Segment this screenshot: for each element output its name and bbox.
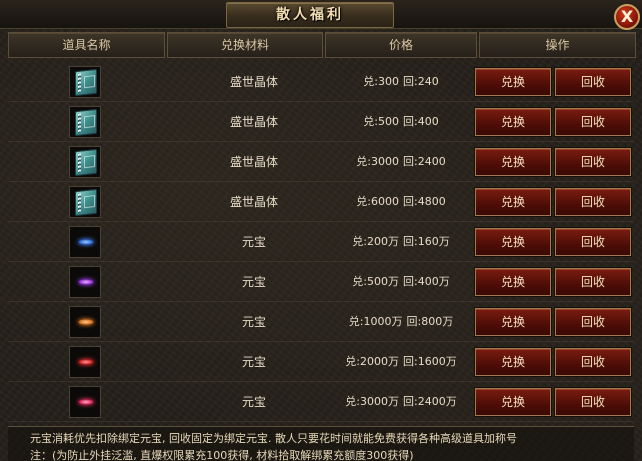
price-cell: 兑:1000万 回:800万: [326, 302, 476, 342]
item-slot[interactable]: [69, 226, 101, 258]
item-slot[interactable]: [69, 66, 101, 98]
header-action: 操作: [479, 32, 636, 58]
book-icon: [75, 68, 97, 97]
recycle-button[interactable]: 回收: [555, 108, 631, 136]
header-price: 价格: [325, 32, 477, 58]
item-slot[interactable]: [69, 146, 101, 178]
item-slot[interactable]: [69, 346, 101, 378]
close-button[interactable]: X: [614, 4, 640, 30]
sell-price: 回:4800: [403, 195, 446, 208]
price-cell: 兑:500万 回:400万: [326, 262, 476, 302]
title-gem-orange-icon: [78, 319, 94, 325]
table-row: 盛世晶体 兑:6000 回:4800 兑换 回收: [8, 182, 634, 222]
buy-price: 兑:6000: [356, 195, 399, 208]
buy-price: 兑:300: [363, 75, 399, 88]
price-cell: 兑:2000万 回:1600万: [326, 342, 476, 382]
title-gem-blue-icon: [78, 239, 94, 245]
table-row: 元宝 兑:3000万 回:2400万 兑换 回收: [8, 382, 634, 422]
exchange-button[interactable]: 兑换: [475, 148, 551, 176]
recycle-button[interactable]: 回收: [555, 188, 631, 216]
recycle-button[interactable]: 回收: [555, 388, 631, 416]
sell-price: 回:1600万: [403, 355, 457, 368]
recycle-button[interactable]: 回收: [555, 148, 631, 176]
material-cell: 元宝: [241, 355, 266, 369]
welfare-panel: 散人福利 X 道具名称 兑换材料 价格 操作 盛世晶体 兑:300 回:240 兑…: [0, 0, 642, 461]
header-item-name: 道具名称: [8, 32, 165, 58]
buy-price: 兑:200万: [352, 235, 399, 248]
item-slot[interactable]: [69, 386, 101, 418]
material-cell: 元宝: [241, 315, 266, 329]
exchange-button[interactable]: 兑换: [475, 188, 551, 216]
title-gem-pink-icon: [78, 399, 94, 405]
sell-price: 回:400: [403, 115, 439, 128]
title-gem-red-icon: [78, 359, 94, 365]
item-slot[interactable]: [69, 186, 101, 218]
item-slot[interactable]: [69, 306, 101, 338]
buy-price: 兑:1000万: [348, 315, 403, 328]
price-cell: 兑:3000万 回:2400万: [326, 382, 476, 422]
table-row: 盛世晶体 兑:3000 回:2400 兑换 回收: [8, 142, 634, 182]
sell-price: 回:160万: [403, 235, 450, 248]
price-cell: 兑:6000 回:4800: [326, 182, 476, 222]
recycle-button[interactable]: 回收: [555, 348, 631, 376]
item-slot[interactable]: [69, 106, 101, 138]
exchange-button[interactable]: 兑换: [475, 68, 551, 96]
book-icon: [75, 108, 97, 137]
material-cell: 盛世晶体: [229, 115, 278, 129]
recycle-button[interactable]: 回收: [555, 68, 631, 96]
buy-price: 兑:2000万: [345, 355, 399, 368]
recycle-button[interactable]: 回收: [555, 268, 631, 296]
notice-line-2: 注：(为防止外挂泛滥, 直爆权限累充100获得, 材料拾取解绑累充额度300获得…: [30, 449, 414, 461]
exchange-button[interactable]: 兑换: [475, 228, 551, 256]
buy-price: 兑:3000: [356, 155, 399, 168]
price-cell: 兑:200万 回:160万: [326, 222, 476, 262]
price-cell: 兑:3000 回:2400: [326, 142, 476, 182]
notice-footer: 元宝消耗优先扣除绑定元宝, 回收固定为绑定元宝. 散人只要花时间就能免费获得各种…: [8, 426, 634, 461]
buy-price: 兑:500万: [352, 275, 399, 288]
exchange-button[interactable]: 兑换: [475, 348, 551, 376]
sell-price: 回:400万: [403, 275, 450, 288]
table-row: 盛世晶体 兑:500 回:400 兑换 回收: [8, 102, 634, 142]
exchange-button[interactable]: 兑换: [475, 308, 551, 336]
table-row: 元宝 兑:500万 回:400万 兑换 回收: [8, 262, 634, 302]
item-slot[interactable]: [69, 266, 101, 298]
sell-price: 回:2400万: [403, 395, 457, 408]
header-material: 兑换材料: [167, 32, 323, 58]
close-icon: X: [620, 7, 634, 26]
book-icon: [75, 148, 97, 177]
sell-price: 回:2400: [403, 155, 446, 168]
exchange-button[interactable]: 兑换: [475, 268, 551, 296]
exchange-button[interactable]: 兑换: [475, 108, 551, 136]
material-cell: 盛世晶体: [229, 195, 278, 209]
price-cell: 兑:300 回:240: [326, 62, 476, 102]
title-bar: 散人福利: [0, 0, 642, 29]
material-cell: 元宝: [241, 275, 266, 289]
table-header: 道具名称 兑换材料 价格 操作: [8, 32, 642, 58]
buy-price: 兑:500: [363, 115, 399, 128]
table-row: 元宝 兑:1000万 回:800万 兑换 回收: [8, 302, 634, 342]
exchange-button[interactable]: 兑换: [475, 388, 551, 416]
buy-price: 兑:3000万: [345, 395, 399, 408]
material-cell: 元宝: [241, 235, 266, 249]
table-row: 元宝 兑:2000万 回:1600万 兑换 回收: [8, 342, 634, 382]
sell-price: 回:240: [403, 75, 439, 88]
recycle-button[interactable]: 回收: [555, 308, 631, 336]
notice-line-1: 元宝消耗优先扣除绑定元宝, 回收固定为绑定元宝. 散人只要花时间就能免费获得各种…: [30, 432, 517, 445]
table-row: 盛世晶体 兑:300 回:240 兑换 回收: [8, 62, 634, 102]
window-title: 散人福利: [276, 7, 344, 23]
title-plate: 散人福利: [226, 2, 394, 28]
title-gem-purple-icon: [78, 279, 94, 285]
material-cell: 盛世晶体: [229, 155, 278, 169]
material-cell: 元宝: [241, 395, 266, 409]
material-cell: 盛世晶体: [229, 75, 278, 89]
recycle-button[interactable]: 回收: [555, 228, 631, 256]
price-cell: 兑:500 回:400: [326, 102, 476, 142]
sell-price: 回:800万: [406, 315, 454, 328]
table-row: 元宝 兑:200万 回:160万 兑换 回收: [8, 222, 634, 262]
book-icon: [75, 188, 97, 217]
